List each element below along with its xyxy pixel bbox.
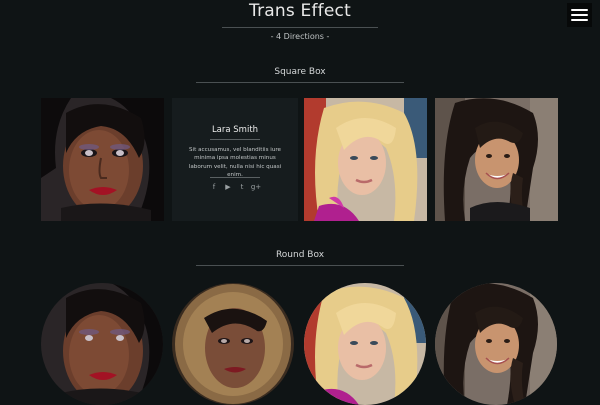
square-tile-hover-card[interactable]: Lara Smith Sit accusamus, vel blanditiis… [172,98,298,221]
card-divider [210,139,260,140]
round-tile-portrait-2[interactable] [172,283,294,405]
twitter-icon[interactable]: t [238,182,246,191]
round-tile-portrait-4[interactable] [435,283,557,405]
square-tile-portrait-4[interactable] [435,98,558,221]
menu-bar [571,14,588,16]
google-plus-icon[interactable]: g+ [251,182,261,191]
card-divider-lower [210,177,260,178]
square-box-divider [196,82,404,83]
round-box-divider [196,265,404,266]
social-icons: f ▶ t g+ [172,182,298,191]
facebook-icon[interactable]: f [210,182,218,191]
title-divider [222,27,378,28]
hamburger-menu-icon[interactable] [567,3,592,27]
menu-bar [571,19,588,21]
menu-bar [571,9,588,11]
square-box-heading: Square Box [274,67,326,77]
card-name: Lara Smith [211,125,259,135]
square-tile-portrait-1[interactable] [41,98,164,221]
square-tile-portrait-3[interactable] [304,98,427,221]
youtube-icon[interactable]: ▶ [224,182,232,191]
round-tile-portrait-3[interactable] [304,283,426,405]
round-box-heading: Round Box [275,250,325,260]
page-title: Trans Effect [249,1,351,21]
page-subtitle: - 4 Directions - [270,32,330,41]
card-description: Sit accusamus, vel blanditiis iure minim… [188,147,282,178]
round-tile-portrait-1[interactable] [41,283,163,405]
